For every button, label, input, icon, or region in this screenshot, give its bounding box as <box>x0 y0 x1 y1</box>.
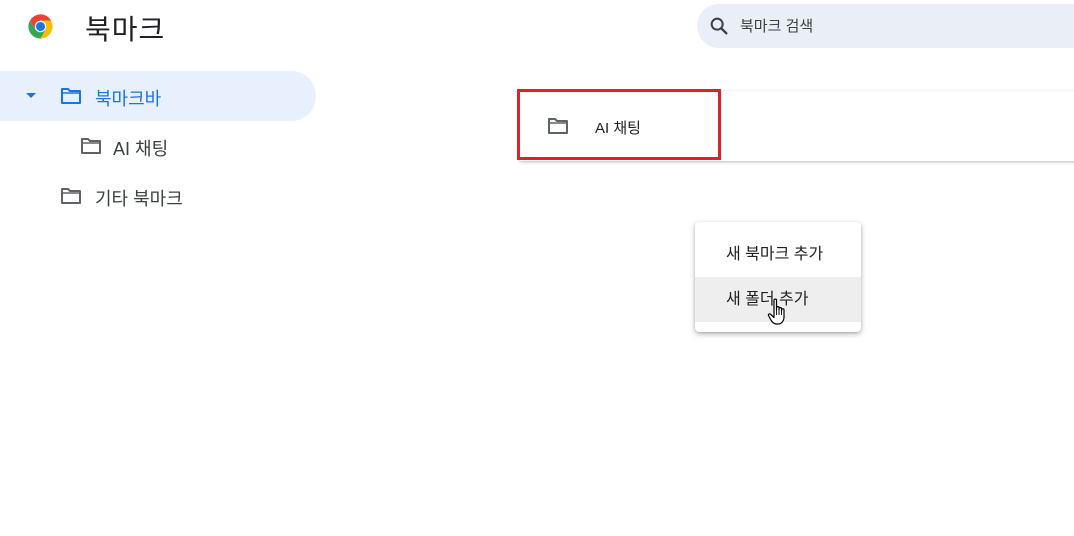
sidebar: 북마크바 AI 채팅 기타 북마크 <box>0 71 320 221</box>
sidebar-item-other-bookmarks[interactable]: 기타 북마크 <box>0 171 320 221</box>
folder-icon <box>61 188 81 204</box>
list-item[interactable]: AI 채팅 <box>520 91 1074 161</box>
search-box[interactable] <box>697 4 1074 48</box>
search-icon[interactable] <box>708 15 730 37</box>
folder-icon <box>548 118 568 134</box>
list-item-label: AI 채팅 <box>595 120 641 137</box>
folder-icon <box>81 138 101 154</box>
sidebar-item-bookmarks-bar[interactable]: 북마크바 <box>0 71 316 121</box>
page-title: 북마크 <box>85 14 166 45</box>
folder-icon <box>61 88 81 104</box>
sidebar-item-label: 북마크바 <box>95 89 162 109</box>
search-input[interactable] <box>740 12 1060 40</box>
sidebar-item-label: AI 채팅 <box>113 139 169 159</box>
bookmark-list: AI 채팅 <box>520 91 1074 161</box>
sidebar-item-ai-chat[interactable]: AI 채팅 <box>0 121 320 171</box>
bookmark-manager-page: 북마크 북마크바 AI 채팅 <box>0 0 1074 536</box>
expand-arrow-icon[interactable] <box>26 93 36 98</box>
hand-pointer-cursor-icon <box>767 298 785 325</box>
menu-item-add-bookmark[interactable]: 새 북마크 추가 <box>695 232 861 277</box>
chrome-logo-icon <box>28 14 53 39</box>
sidebar-item-label: 기타 북마크 <box>95 189 183 209</box>
